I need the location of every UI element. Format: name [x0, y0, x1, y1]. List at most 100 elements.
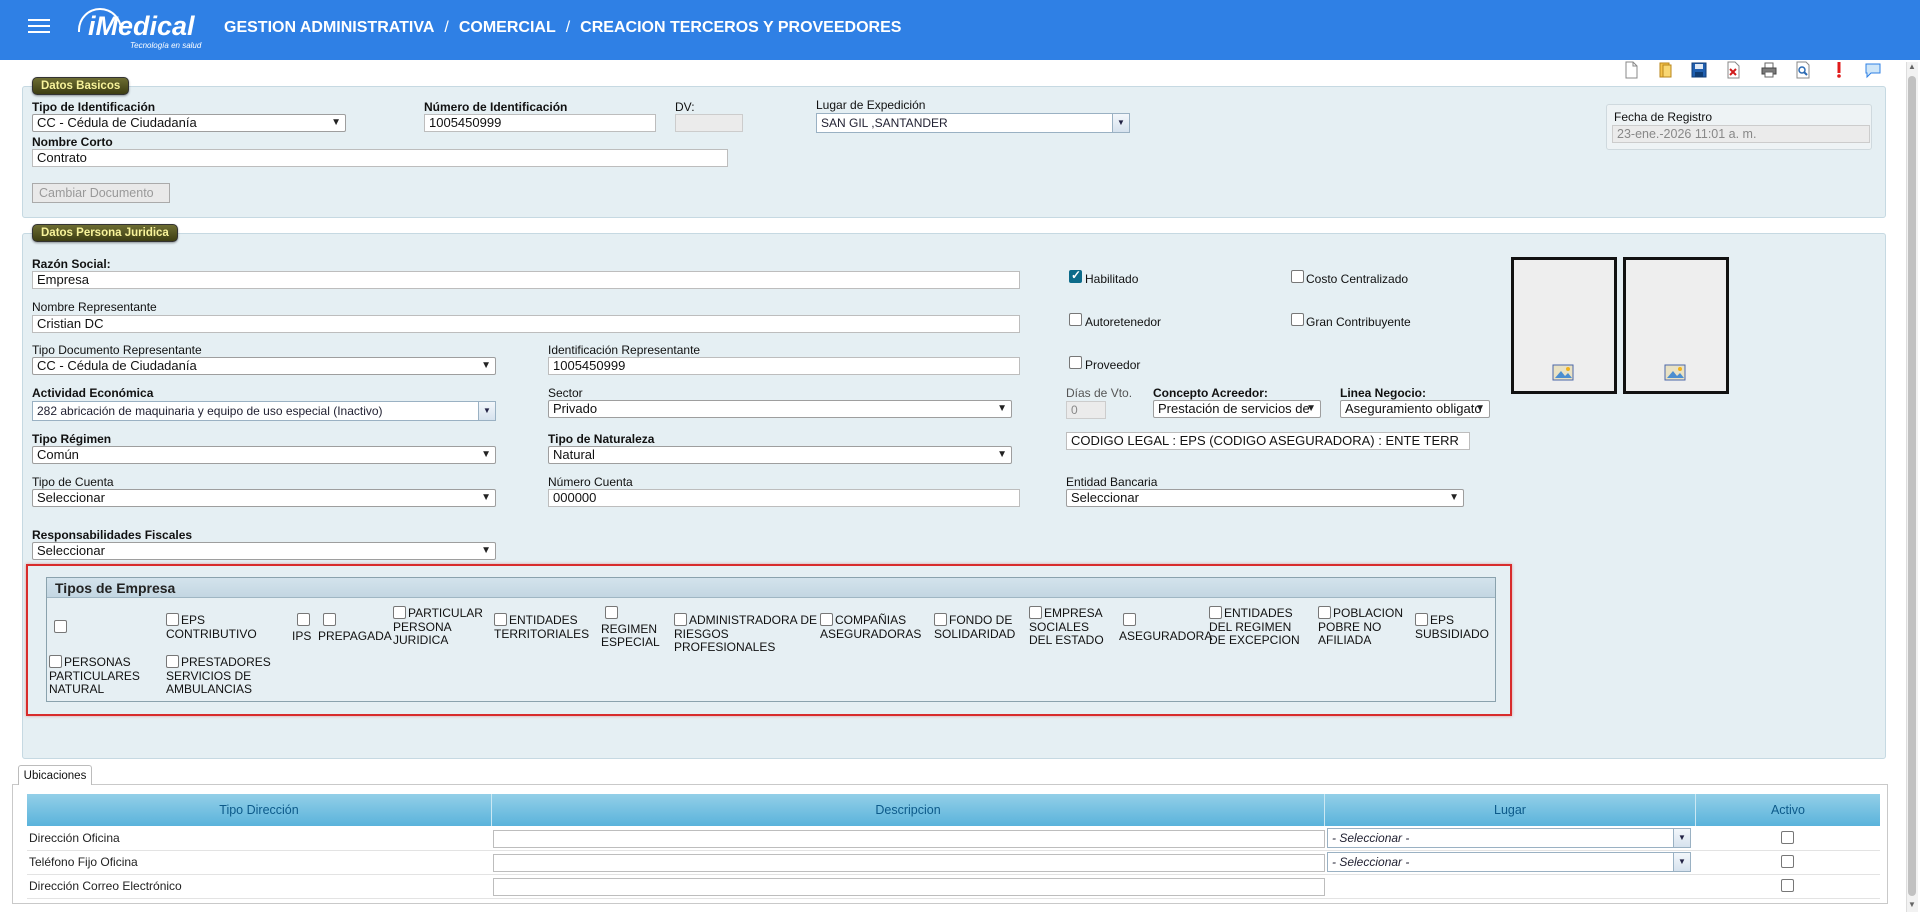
tipo-empresa-checkbox[interactable]: [820, 613, 833, 626]
tipo-empresa-label: PRESTADORES SERVICIOS DE AMBULANCIAS: [166, 655, 271, 696]
costo-centralizado-checkbox[interactable]: [1291, 270, 1304, 283]
actividad-label: Actividad Económica: [32, 386, 154, 400]
tipo-regimen-select[interactable]: Común ▼: [32, 446, 496, 464]
save-icon[interactable]: [1690, 61, 1708, 79]
print-icon[interactable]: [1760, 61, 1778, 79]
chevron-down-icon: ▼: [481, 360, 491, 371]
tipo-empresa-label: PREPAGADA: [318, 628, 392, 643]
lugar-combo[interactable]: - Seleccionar - ▼: [1327, 828, 1691, 848]
tipo-empresa-checkbox[interactable]: [393, 606, 406, 619]
tipo-empresa-checkbox[interactable]: [934, 613, 947, 626]
costo-centralizado-label: Costo Centralizado: [1306, 272, 1409, 286]
tipo-empresa-checkbox[interactable]: [1123, 613, 1136, 626]
habilitado-label: Habilitado: [1085, 272, 1139, 286]
tipo-empresa-checkbox[interactable]: [54, 620, 67, 633]
tipo-cuenta-select[interactable]: Seleccionar ▼: [32, 489, 496, 507]
dropdown-arrow-icon[interactable]: ▼: [478, 402, 495, 420]
tipo-naturaleza-select[interactable]: Natural ▼: [548, 446, 1012, 464]
column-header-tipo-direccion[interactable]: Tipo Dirección: [27, 794, 491, 826]
tipos-empresa-title: Tipos de Empresa: [47, 578, 1495, 598]
tipo-empresa-checkbox[interactable]: [323, 613, 336, 626]
nombre-corto-input[interactable]: Contrato: [32, 149, 728, 167]
activo-checkbox[interactable]: [1781, 855, 1794, 868]
numero-identificacion-input[interactable]: 1005450999: [424, 114, 656, 132]
tipo-empresa-item: FONDO DE SOLIDARIDAD: [934, 613, 1020, 641]
scroll-up-arrow-icon[interactable]: ▲: [1906, 62, 1918, 74]
tipo-identificacion-select[interactable]: CC - Cédula de Ciudadanía ▼: [32, 114, 346, 132]
tipo-doc-rep-label: Tipo Documento Representante: [32, 343, 202, 357]
sector-select[interactable]: Privado ▼: [548, 400, 1012, 418]
concepto-acreedor-select[interactable]: Prestación de servicios de ▼: [1153, 400, 1321, 418]
breadcrumb-item[interactable]: COMERCIAL: [459, 19, 556, 36]
razon-social-input[interactable]: Empresa: [32, 271, 1020, 289]
chat-icon[interactable]: [1864, 61, 1882, 79]
dropdown-arrow-icon[interactable]: ▼: [1112, 114, 1129, 132]
tipo-empresa-checkbox[interactable]: [297, 613, 310, 626]
delete-icon[interactable]: [1724, 61, 1742, 79]
gran-contribuyente-checkbox[interactable]: [1291, 313, 1304, 326]
chevron-down-icon: ▼: [1306, 403, 1316, 414]
tipo-empresa-item: EPS CONTRIBUTIVO: [166, 613, 276, 641]
scrollbar-thumb[interactable]: [1908, 76, 1916, 896]
responsabilidades-value: Seleccionar: [37, 543, 105, 558]
numero-cuenta-input[interactable]: 000000: [548, 489, 1020, 507]
id-rep-input[interactable]: 1005450999: [548, 357, 1020, 375]
linea-negocio-value: Aseguramiento obligato: [1345, 401, 1482, 416]
autoretenedor-checkbox[interactable]: [1069, 313, 1082, 326]
tipo-empresa-checkbox[interactable]: [49, 655, 62, 668]
tipo-empresa-checkbox[interactable]: [1029, 606, 1042, 619]
open-folder-icon[interactable]: [1656, 61, 1674, 79]
hamburger-menu-icon[interactable]: [28, 19, 50, 37]
gran-contribuyente-label: Gran Contribuyente: [1306, 315, 1411, 329]
tab-ubicaciones[interactable]: Ubicaciones: [18, 765, 92, 785]
activo-checkbox[interactable]: [1781, 831, 1794, 844]
nombre-representante-input[interactable]: Cristian DC: [32, 315, 1020, 333]
tipo-cuenta-value: Seleccionar: [37, 490, 105, 505]
proveedor-checkbox[interactable]: [1069, 356, 1082, 369]
cambiar-documento-button[interactable]: Cambiar Documento: [32, 183, 170, 203]
dropdown-arrow-icon[interactable]: ▼: [1673, 829, 1690, 847]
image-icon: [1664, 364, 1686, 381]
column-header-activo[interactable]: Activo: [1696, 794, 1880, 826]
dropdown-arrow-icon[interactable]: ▼: [1673, 853, 1690, 871]
tipo-doc-rep-select[interactable]: CC - Cédula de Ciudadanía ▼: [32, 357, 496, 375]
tipo-direccion-cell: Dirección Oficina: [29, 831, 120, 845]
descripcion-input[interactable]: [493, 854, 1325, 872]
column-header-lugar[interactable]: Lugar: [1325, 794, 1695, 826]
tipo-empresa-checkbox[interactable]: [1318, 606, 1331, 619]
activo-checkbox[interactable]: [1781, 879, 1794, 892]
top-bar: iMedical Tecnología en salud GESTION ADM…: [0, 0, 1920, 60]
tipo-empresa-checkbox[interactable]: [166, 613, 179, 626]
lugar-expedicion-combo[interactable]: SAN GIL ,SANTANDER ▼: [816, 113, 1130, 133]
descripcion-input[interactable]: [493, 878, 1325, 896]
concepto-acreedor-value: Prestación de servicios de: [1158, 401, 1310, 416]
tipo-empresa-checkbox[interactable]: [674, 613, 687, 626]
responsabilidades-select[interactable]: Seleccionar ▼: [32, 542, 496, 560]
column-header-descripcion[interactable]: Descripcion: [492, 794, 1324, 826]
linea-negocio-label: Linea Negocio:: [1340, 386, 1427, 400]
alert-icon[interactable]: [1830, 61, 1848, 79]
photo-placeholder-1[interactable]: [1511, 257, 1617, 394]
lugar-value: - Seleccionar -: [1332, 831, 1410, 845]
breadcrumb-item[interactable]: GESTION ADMINISTRATIVA: [224, 19, 434, 36]
scroll-down-arrow-icon[interactable]: ▼: [1906, 900, 1918, 912]
tipo-empresa-checkbox[interactable]: [494, 613, 507, 626]
habilitado-checkbox[interactable]: [1069, 268, 1082, 283]
preview-icon[interactable]: [1794, 61, 1812, 79]
tipo-empresa-checkbox[interactable]: [1415, 613, 1428, 626]
descripcion-input[interactable]: [493, 830, 1325, 848]
codigo-legal-field[interactable]: CODIGO LEGAL : EPS (CODIGO ASEGURADORA) …: [1066, 432, 1470, 450]
tipo-empresa-checkbox[interactable]: [1209, 606, 1222, 619]
autoretenedor-label: Autoretenedor: [1085, 315, 1162, 329]
tipo-cuenta-label: Tipo de Cuenta: [32, 475, 114, 489]
linea-negocio-select[interactable]: Aseguramiento obligato ▼: [1340, 400, 1490, 418]
tipo-empresa-checkbox[interactable]: [605, 606, 618, 619]
entidad-bancaria-select[interactable]: Seleccionar ▼: [1066, 489, 1464, 507]
new-document-icon[interactable]: [1622, 61, 1640, 79]
chevron-down-icon: ▼: [1475, 403, 1485, 414]
tipo-empresa-item: ADMINISTRADORA DE RIESGOS PROFESIONALES: [674, 613, 822, 655]
lugar-combo[interactable]: - Seleccionar - ▼: [1327, 852, 1691, 872]
actividad-combo[interactable]: 282 abricación de maquinaria y equipo de…: [32, 401, 496, 421]
tipo-empresa-checkbox[interactable]: [166, 655, 179, 668]
photo-placeholder-2[interactable]: [1623, 257, 1729, 394]
